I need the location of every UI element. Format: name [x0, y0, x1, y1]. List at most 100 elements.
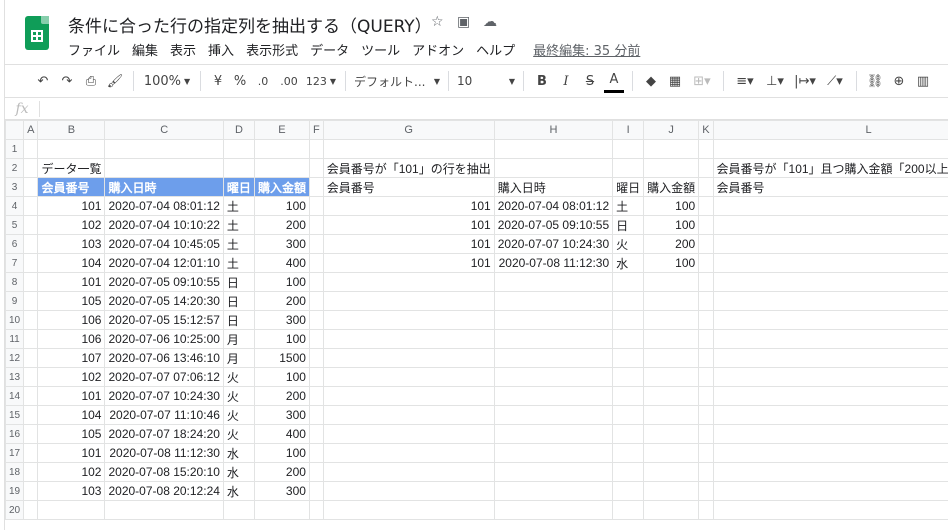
- cell[interactable]: [698, 253, 714, 273]
- increase-decimal-button[interactable]: .00: [277, 69, 301, 93]
- cell[interactable]: [23, 253, 39, 273]
- cell[interactable]: [712, 405, 948, 425]
- cell[interactable]: [643, 158, 700, 178]
- column-header-a[interactable]: A: [23, 120, 39, 140]
- cell[interactable]: [23, 462, 39, 482]
- cell[interactable]: 100: [643, 196, 700, 216]
- column-label[interactable]: 曜日: [612, 177, 645, 197]
- row-header[interactable]: 3: [5, 177, 25, 197]
- cell[interactable]: [104, 139, 224, 159]
- cell[interactable]: [322, 348, 495, 368]
- cell[interactable]: 火: [222, 424, 255, 444]
- cell[interactable]: [308, 177, 324, 197]
- cell[interactable]: [104, 500, 224, 520]
- currency-button[interactable]: ¥: [209, 69, 227, 93]
- cell[interactable]: [493, 272, 614, 292]
- cell[interactable]: [643, 329, 700, 349]
- cell[interactable]: [698, 310, 714, 330]
- cell[interactable]: [698, 272, 714, 292]
- cell[interactable]: [712, 253, 948, 273]
- cell[interactable]: [698, 196, 714, 216]
- cell[interactable]: [493, 500, 614, 520]
- cell[interactable]: [23, 500, 39, 520]
- column-header-g[interactable]: G: [322, 120, 495, 140]
- cell[interactable]: [308, 500, 324, 520]
- cell[interactable]: 2020-07-06 13:46:10: [104, 348, 224, 368]
- section-title[interactable]: データ一覧: [37, 158, 106, 178]
- cell[interactable]: [308, 386, 324, 406]
- column-label[interactable]: 購入日時: [104, 177, 224, 197]
- cell[interactable]: [612, 500, 645, 520]
- cell[interactable]: 日: [222, 310, 255, 330]
- cell[interactable]: 101: [37, 196, 106, 216]
- column-label[interactable]: 購入日時: [493, 177, 614, 197]
- cell[interactable]: [712, 310, 948, 330]
- row-header[interactable]: 4: [5, 196, 25, 216]
- column-header-h[interactable]: H: [493, 120, 614, 140]
- cell[interactable]: [308, 234, 324, 254]
- menu-view[interactable]: 表示: [170, 40, 196, 60]
- cell[interactable]: [23, 443, 39, 463]
- cell[interactable]: 100: [253, 329, 310, 349]
- row-header[interactable]: 13: [5, 367, 25, 387]
- cell[interactable]: [308, 196, 324, 216]
- cell[interactable]: [698, 139, 714, 159]
- row-header[interactable]: 19: [5, 481, 25, 501]
- cell[interactable]: 火: [222, 405, 255, 425]
- cell[interactable]: [222, 158, 255, 178]
- cell[interactable]: [612, 310, 645, 330]
- cell[interactable]: [612, 329, 645, 349]
- cell[interactable]: [37, 139, 106, 159]
- cell[interactable]: [493, 367, 614, 387]
- cell[interactable]: [643, 367, 700, 387]
- select-all-corner[interactable]: [5, 120, 25, 140]
- menu-format[interactable]: 表示形式: [246, 40, 298, 60]
- cell[interactable]: 400: [253, 253, 310, 273]
- decrease-decimal-button[interactable]: .0: [253, 69, 273, 93]
- cell[interactable]: 101: [322, 196, 495, 216]
- menu-data[interactable]: データ: [310, 40, 349, 60]
- cell[interactable]: [493, 158, 614, 178]
- cell[interactable]: [698, 424, 714, 444]
- cell[interactable]: 101: [37, 443, 106, 463]
- cell[interactable]: 2020-07-07 07:06:12: [104, 367, 224, 387]
- cell[interactable]: 日: [222, 291, 255, 311]
- cell[interactable]: [322, 405, 495, 425]
- cell[interactable]: 2020-07-07 18:24:20: [104, 424, 224, 444]
- cell[interactable]: 2020-07-04 10:10:22: [104, 215, 224, 235]
- cell[interactable]: 月: [222, 348, 255, 368]
- cell[interactable]: [322, 481, 495, 501]
- cell[interactable]: 200: [253, 291, 310, 311]
- italic-button[interactable]: I: [556, 69, 576, 93]
- cell[interactable]: [23, 329, 39, 349]
- document-title[interactable]: 条件に合った行の指定列を抽出する（QUERY）: [68, 12, 432, 37]
- cell[interactable]: [698, 234, 714, 254]
- cell[interactable]: [643, 386, 700, 406]
- cell[interactable]: [493, 291, 614, 311]
- cell[interactable]: [222, 500, 255, 520]
- fill-color-icon[interactable]: ◆: [641, 69, 661, 93]
- menu-tools[interactable]: ツール: [361, 40, 400, 60]
- borders-icon[interactable]: ▦: [665, 69, 685, 93]
- cell[interactable]: 107: [37, 348, 106, 368]
- cell[interactable]: [493, 481, 614, 501]
- cell[interactable]: 2020-07-04 08:01:12: [493, 196, 614, 216]
- cell[interactable]: [698, 443, 714, 463]
- cell[interactable]: 101: [37, 272, 106, 292]
- cell[interactable]: [23, 139, 39, 159]
- cell[interactable]: [612, 424, 645, 444]
- cell[interactable]: [712, 481, 948, 501]
- cell[interactable]: [643, 424, 700, 444]
- cell[interactable]: [23, 234, 39, 254]
- cell[interactable]: [253, 158, 310, 178]
- cell[interactable]: 101: [322, 234, 495, 254]
- cell[interactable]: [322, 462, 495, 482]
- cell[interactable]: [712, 443, 948, 463]
- menu-help[interactable]: ヘルプ: [476, 40, 515, 60]
- cell[interactable]: 200: [253, 215, 310, 235]
- cell[interactable]: [493, 405, 614, 425]
- column-header-b[interactable]: B: [37, 120, 106, 140]
- cell[interactable]: [712, 272, 948, 292]
- bold-button[interactable]: B: [532, 69, 552, 93]
- cell[interactable]: 土: [222, 234, 255, 254]
